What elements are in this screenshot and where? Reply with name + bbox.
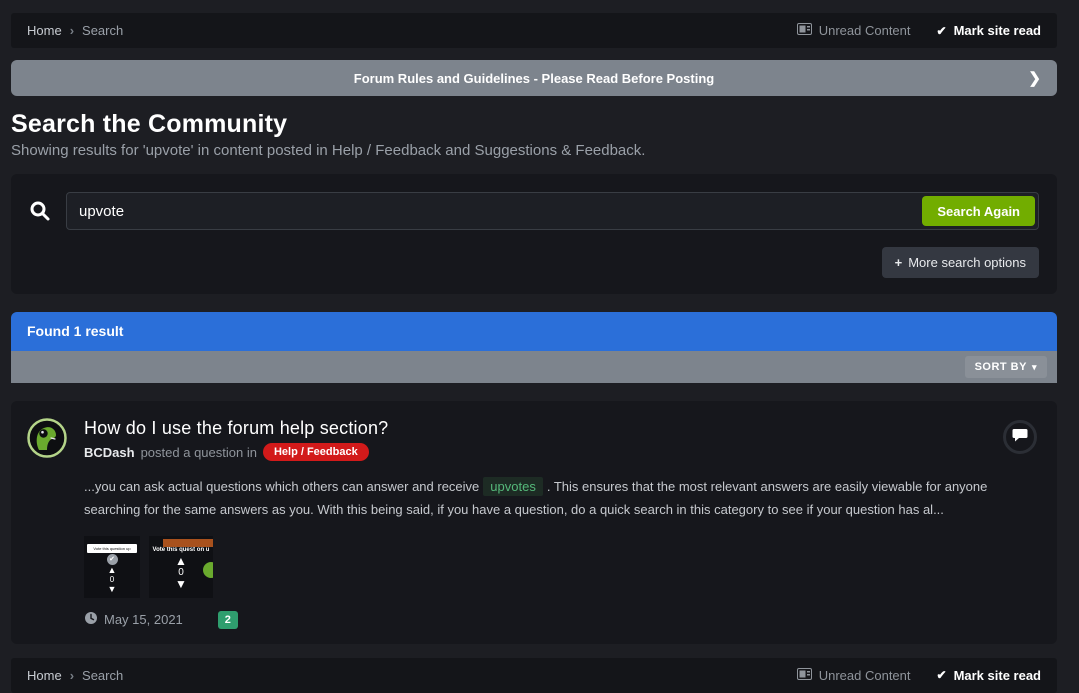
search-again-button[interactable]: Search Again <box>922 196 1035 226</box>
result-title-link[interactable]: How do I use the forum help section? <box>84 418 1003 439</box>
result-head-main: How do I use the forum help section? BCD… <box>84 418 1003 461</box>
result-head: How do I use the forum help section? BCD… <box>27 418 1037 461</box>
byline-action-text: posted a question in <box>141 445 257 460</box>
unread-content-label: Unread Content <box>819 23 911 38</box>
search-input-wrap: Search Again <box>66 192 1039 230</box>
checkmark-icon: ✔ <box>937 24 947 38</box>
page-container: Home › Search Unread Content ✔ Mark site… <box>11 13 1057 693</box>
category-badge[interactable]: Help / Feedback <box>263 443 369 461</box>
question-type-indicator <box>1003 420 1037 454</box>
result-footer: May 15, 2021 2 <box>84 611 1037 629</box>
mark-site-read-link[interactable]: ✔ Mark site read <box>937 23 1042 38</box>
thumbnail-banner-strip <box>163 539 213 547</box>
search-panel: Search Again + More search options <box>11 174 1057 294</box>
search-input[interactable] <box>66 192 1039 230</box>
sort-by-button[interactable]: SORT BY ▾ <box>965 356 1047 378</box>
caret-down-icon: ▾ <box>1032 362 1037 373</box>
sort-by-label: SORT BY <box>975 361 1027 373</box>
breadcrumb-current: Search <box>82 23 123 38</box>
result-byline: BCDash posted a question in Help / Feedb… <box>84 443 1003 461</box>
upvote-arrow-icon: ▲ <box>108 566 117 575</box>
page-header: Search the Community Showing results for… <box>11 110 1057 159</box>
bar-actions: Unread Content ✔ Mark site read <box>797 23 1041 38</box>
mini-avatar <box>201 560 213 580</box>
snippet-highlight: upvotes <box>483 477 543 496</box>
vote-widget-preview: ✔ ▲ 0 ▼ <box>84 554 140 594</box>
search-row: Search Again <box>29 192 1039 230</box>
sort-bar: SORT BY ▾ <box>11 351 1057 383</box>
upvote-arrow-icon: ▲ <box>175 556 187 567</box>
announcement-text: Forum Rules and Guidelines - Please Read… <box>354 71 714 86</box>
search-icon <box>29 200 51 222</box>
avatar[interactable] <box>27 418 67 458</box>
date-group: May 15, 2021 <box>84 611 183 628</box>
replies-count-badge[interactable]: 2 <box>218 611 238 629</box>
clock-icon <box>84 611 98 628</box>
results-header: Found 1 result SORT BY ▾ <box>11 312 1057 383</box>
breadcrumb: Home › Search <box>27 23 123 38</box>
result-date: May 15, 2021 <box>104 612 183 627</box>
attachment-thumbnail[interactable]: Vote this quest on u ▲ 0 ▼ <box>149 536 213 598</box>
bottom-breadcrumb-bar: Home › Search Unread Content ✔ Mark site… <box>11 658 1057 693</box>
more-search-options-button[interactable]: + More search options <box>882 247 1039 278</box>
options-row: + More search options <box>29 247 1039 278</box>
speech-bubble-icon <box>1012 428 1028 447</box>
checkmark-icon: ✔ <box>937 668 947 682</box>
check-circle-icon: ✔ <box>107 554 118 565</box>
result-snippet: ...you can ask actual questions which ot… <box>84 476 1037 522</box>
chevron-right-icon: › <box>70 23 74 38</box>
author-link[interactable]: BCDash <box>84 445 135 460</box>
top-breadcrumb-bar: Home › Search Unread Content ✔ Mark site… <box>11 13 1057 48</box>
search-result-card: How do I use the forum help section? BCD… <box>11 401 1057 644</box>
thumbnail-tooltip-text: Vote this question up <box>87 544 137 553</box>
unread-content-icon <box>797 23 812 38</box>
announcement-banner[interactable]: Forum Rules and Guidelines - Please Read… <box>11 60 1057 96</box>
page-subtitle: Showing results for 'upvote' in content … <box>11 142 1057 159</box>
attachment-thumbnail[interactable]: Vote this question up ✔ ▲ 0 ▼ <box>84 536 140 598</box>
page-title: Search the Community <box>11 110 1057 139</box>
plus-icon: + <box>895 255 903 270</box>
snippet-before: ...you can ask actual questions which ot… <box>84 479 479 494</box>
attachment-thumbnails: Vote this question up ✔ ▲ 0 ▼ Vote this … <box>84 536 1037 598</box>
vote-count: 0 <box>110 575 114 585</box>
found-results-bar: Found 1 result <box>11 312 1057 351</box>
downvote-arrow-icon: ▼ <box>175 579 187 590</box>
chevron-right-icon: ❯ <box>1028 69 1041 87</box>
more-search-options-label: More search options <box>908 255 1026 270</box>
downvote-arrow-icon: ▼ <box>108 585 117 594</box>
mark-site-read-label: Mark site read <box>954 23 1041 38</box>
unread-content-link[interactable]: Unread Content <box>797 23 911 38</box>
breadcrumb-home-link[interactable]: Home <box>27 23 62 38</box>
